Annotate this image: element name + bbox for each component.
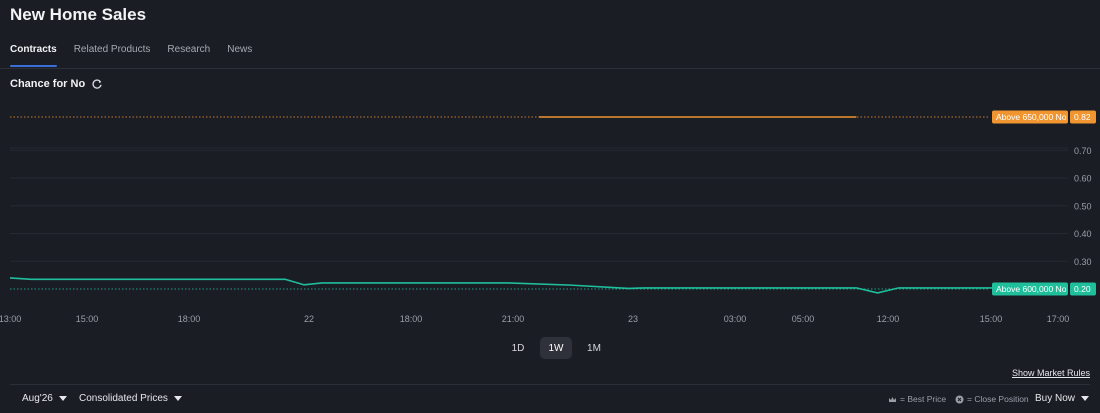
x-tick-label: 12:00 xyxy=(877,314,900,324)
x-tick-label: 13:00 xyxy=(0,314,21,324)
tab-contracts[interactable]: Contracts xyxy=(10,44,57,67)
best-price-legend-label: = Best Price xyxy=(900,394,947,404)
price-mode-dropdown[interactable]: Consolidated Prices xyxy=(79,393,182,404)
y-tick-label: 0.40 xyxy=(1074,229,1092,239)
price-mode-label: Consolidated Prices xyxy=(79,393,168,404)
buy-now-dropdown[interactable]: Buy Now xyxy=(1035,393,1090,404)
price-chart: 0.30 0.40 0.50 0.60 0.70 13:00 15:00 18:00 22 18:… xyxy=(0,110,1096,324)
page-title: New Home Sales xyxy=(10,5,147,24)
refresh-icon[interactable] xyxy=(91,78,103,90)
x-tick-label: 21:00 xyxy=(502,314,525,324)
buy-now-label: Buy Now xyxy=(1035,393,1076,404)
tabs-divider xyxy=(0,68,1100,69)
tab-news[interactable]: News xyxy=(227,44,252,67)
series-name-label: Above 650,000 No xyxy=(996,112,1067,122)
contract-month-dropdown[interactable]: Aug'26 xyxy=(22,393,67,404)
bottom-bar: Aug'26 Consolidated Prices = Best Price … xyxy=(0,393,1100,411)
range-1d-button[interactable]: 1D xyxy=(502,337,534,359)
x-tick-label: 18:00 xyxy=(400,314,423,324)
chart-header-label: Chance for No xyxy=(10,78,86,90)
close-position-icon xyxy=(955,395,964,404)
crown-icon xyxy=(888,395,897,404)
tab-related-products[interactable]: Related Products xyxy=(74,44,151,67)
y-tick-label: 0.70 xyxy=(1074,146,1092,156)
best-price-legend: = Best Price xyxy=(888,394,946,404)
show-market-rules-link[interactable]: Show Market Rules xyxy=(1012,368,1090,378)
x-tick-label: 17:00 xyxy=(1047,314,1070,324)
x-tick-label: 22 xyxy=(304,314,314,324)
range-1w-button[interactable]: 1W xyxy=(540,337,572,359)
time-range-selector: 1D 1W 1M xyxy=(502,337,610,359)
x-tick-label: 15:00 xyxy=(980,314,1003,324)
series-value-label: 0.20 xyxy=(1074,284,1091,294)
x-tick-label: 05:00 xyxy=(792,314,815,324)
y-tick-label: 0.30 xyxy=(1074,257,1092,267)
y-tick-label: 0.50 xyxy=(1074,201,1092,211)
x-tick-label: 23 xyxy=(628,314,638,324)
contract-month-label: Aug'26 xyxy=(22,393,53,404)
chevron-down-icon xyxy=(173,396,182,401)
series-name-label: Above 600,000 No xyxy=(996,284,1067,294)
series-value-label: 0.82 xyxy=(1074,112,1091,122)
chevron-down-icon xyxy=(1081,396,1090,401)
x-tick-label: 18:00 xyxy=(178,314,201,324)
tab-research[interactable]: Research xyxy=(167,44,210,67)
close-position-legend: = Close Position xyxy=(955,394,1029,404)
x-tick-label: 15:00 xyxy=(76,314,99,324)
series-line xyxy=(9,277,1068,294)
chart-header: Chance for No xyxy=(10,78,103,90)
tab-bar: Contracts Related Products Research News xyxy=(10,44,252,67)
close-position-legend-label: = Close Position xyxy=(967,394,1029,404)
chevron-down-icon xyxy=(58,396,67,401)
y-tick-label: 0.60 xyxy=(1074,174,1092,184)
bottom-divider xyxy=(10,384,1090,385)
x-tick-label: 03:00 xyxy=(724,314,747,324)
range-1m-button[interactable]: 1M xyxy=(578,337,610,359)
